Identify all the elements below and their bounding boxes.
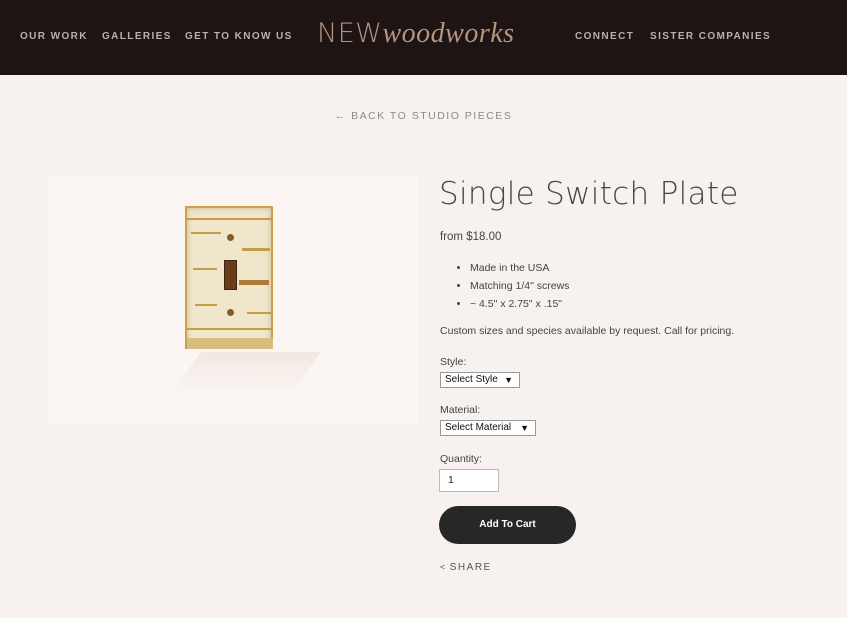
bottom-screw-hole <box>227 309 234 316</box>
plate-reflection <box>169 352 321 397</box>
material-select-value: Select Material <box>445 422 512 433</box>
top-screw-hole <box>227 234 234 241</box>
feature-item: ~ 4.5" x 2.75" x .15" <box>470 298 569 310</box>
site-logo[interactable]: NEWwoodworks <box>317 18 515 50</box>
feature-item: Matching 1/4" screws <box>470 280 569 292</box>
share-label: SHARE <box>449 562 492 573</box>
style-label: Style: <box>440 356 467 368</box>
feature-list: Made in the USA Matching 1/4" screws ~ 4… <box>470 262 569 316</box>
top-navigation-bar: OUR WORK GALLERIES GET TO KNOW US NEWwoo… <box>0 0 847 75</box>
style-select-value: Select Style <box>445 374 498 385</box>
quantity-input[interactable]: 1 <box>439 469 499 492</box>
nav-connect[interactable]: CONNECT <box>575 31 634 42</box>
switch-slot <box>224 260 237 290</box>
back-to-studio-pieces-link[interactable]: ← BACK TO STUDIO PIECES <box>0 110 847 122</box>
share-button[interactable]: < SHARE <box>440 562 492 573</box>
logo-italic-text: woodworks <box>382 18 515 49</box>
feature-item: Made in the USA <box>470 262 569 274</box>
dropdown-arrow-icon: ▼ <box>520 423 529 433</box>
dropdown-arrow-icon: ▼ <box>504 375 513 385</box>
product-price: from $18.00 <box>440 231 502 243</box>
nav-our-work[interactable]: OUR WORK <box>20 31 88 42</box>
share-icon: < <box>440 562 447 572</box>
custom-note: Custom sizes and species available by re… <box>440 325 735 337</box>
logo-caps-text: NEW <box>317 18 383 49</box>
quantity-label: Quantity: <box>440 453 483 465</box>
nav-galleries[interactable]: GALLERIES <box>102 31 172 42</box>
add-to-cart-button[interactable]: Add To Cart <box>439 506 576 544</box>
switch-plate-image <box>185 206 273 349</box>
nav-get-to-know-us[interactable]: GET TO KNOW US <box>185 31 293 42</box>
nav-sister-companies[interactable]: SISTER COMPANIES <box>650 31 771 42</box>
product-image[interactable] <box>48 176 418 424</box>
material-label: Material: <box>440 404 481 416</box>
material-select[interactable]: Select Material ▼ <box>440 420 536 436</box>
product-title: Single Switch Plate <box>439 176 739 212</box>
style-select[interactable]: Select Style ▼ <box>440 372 520 388</box>
